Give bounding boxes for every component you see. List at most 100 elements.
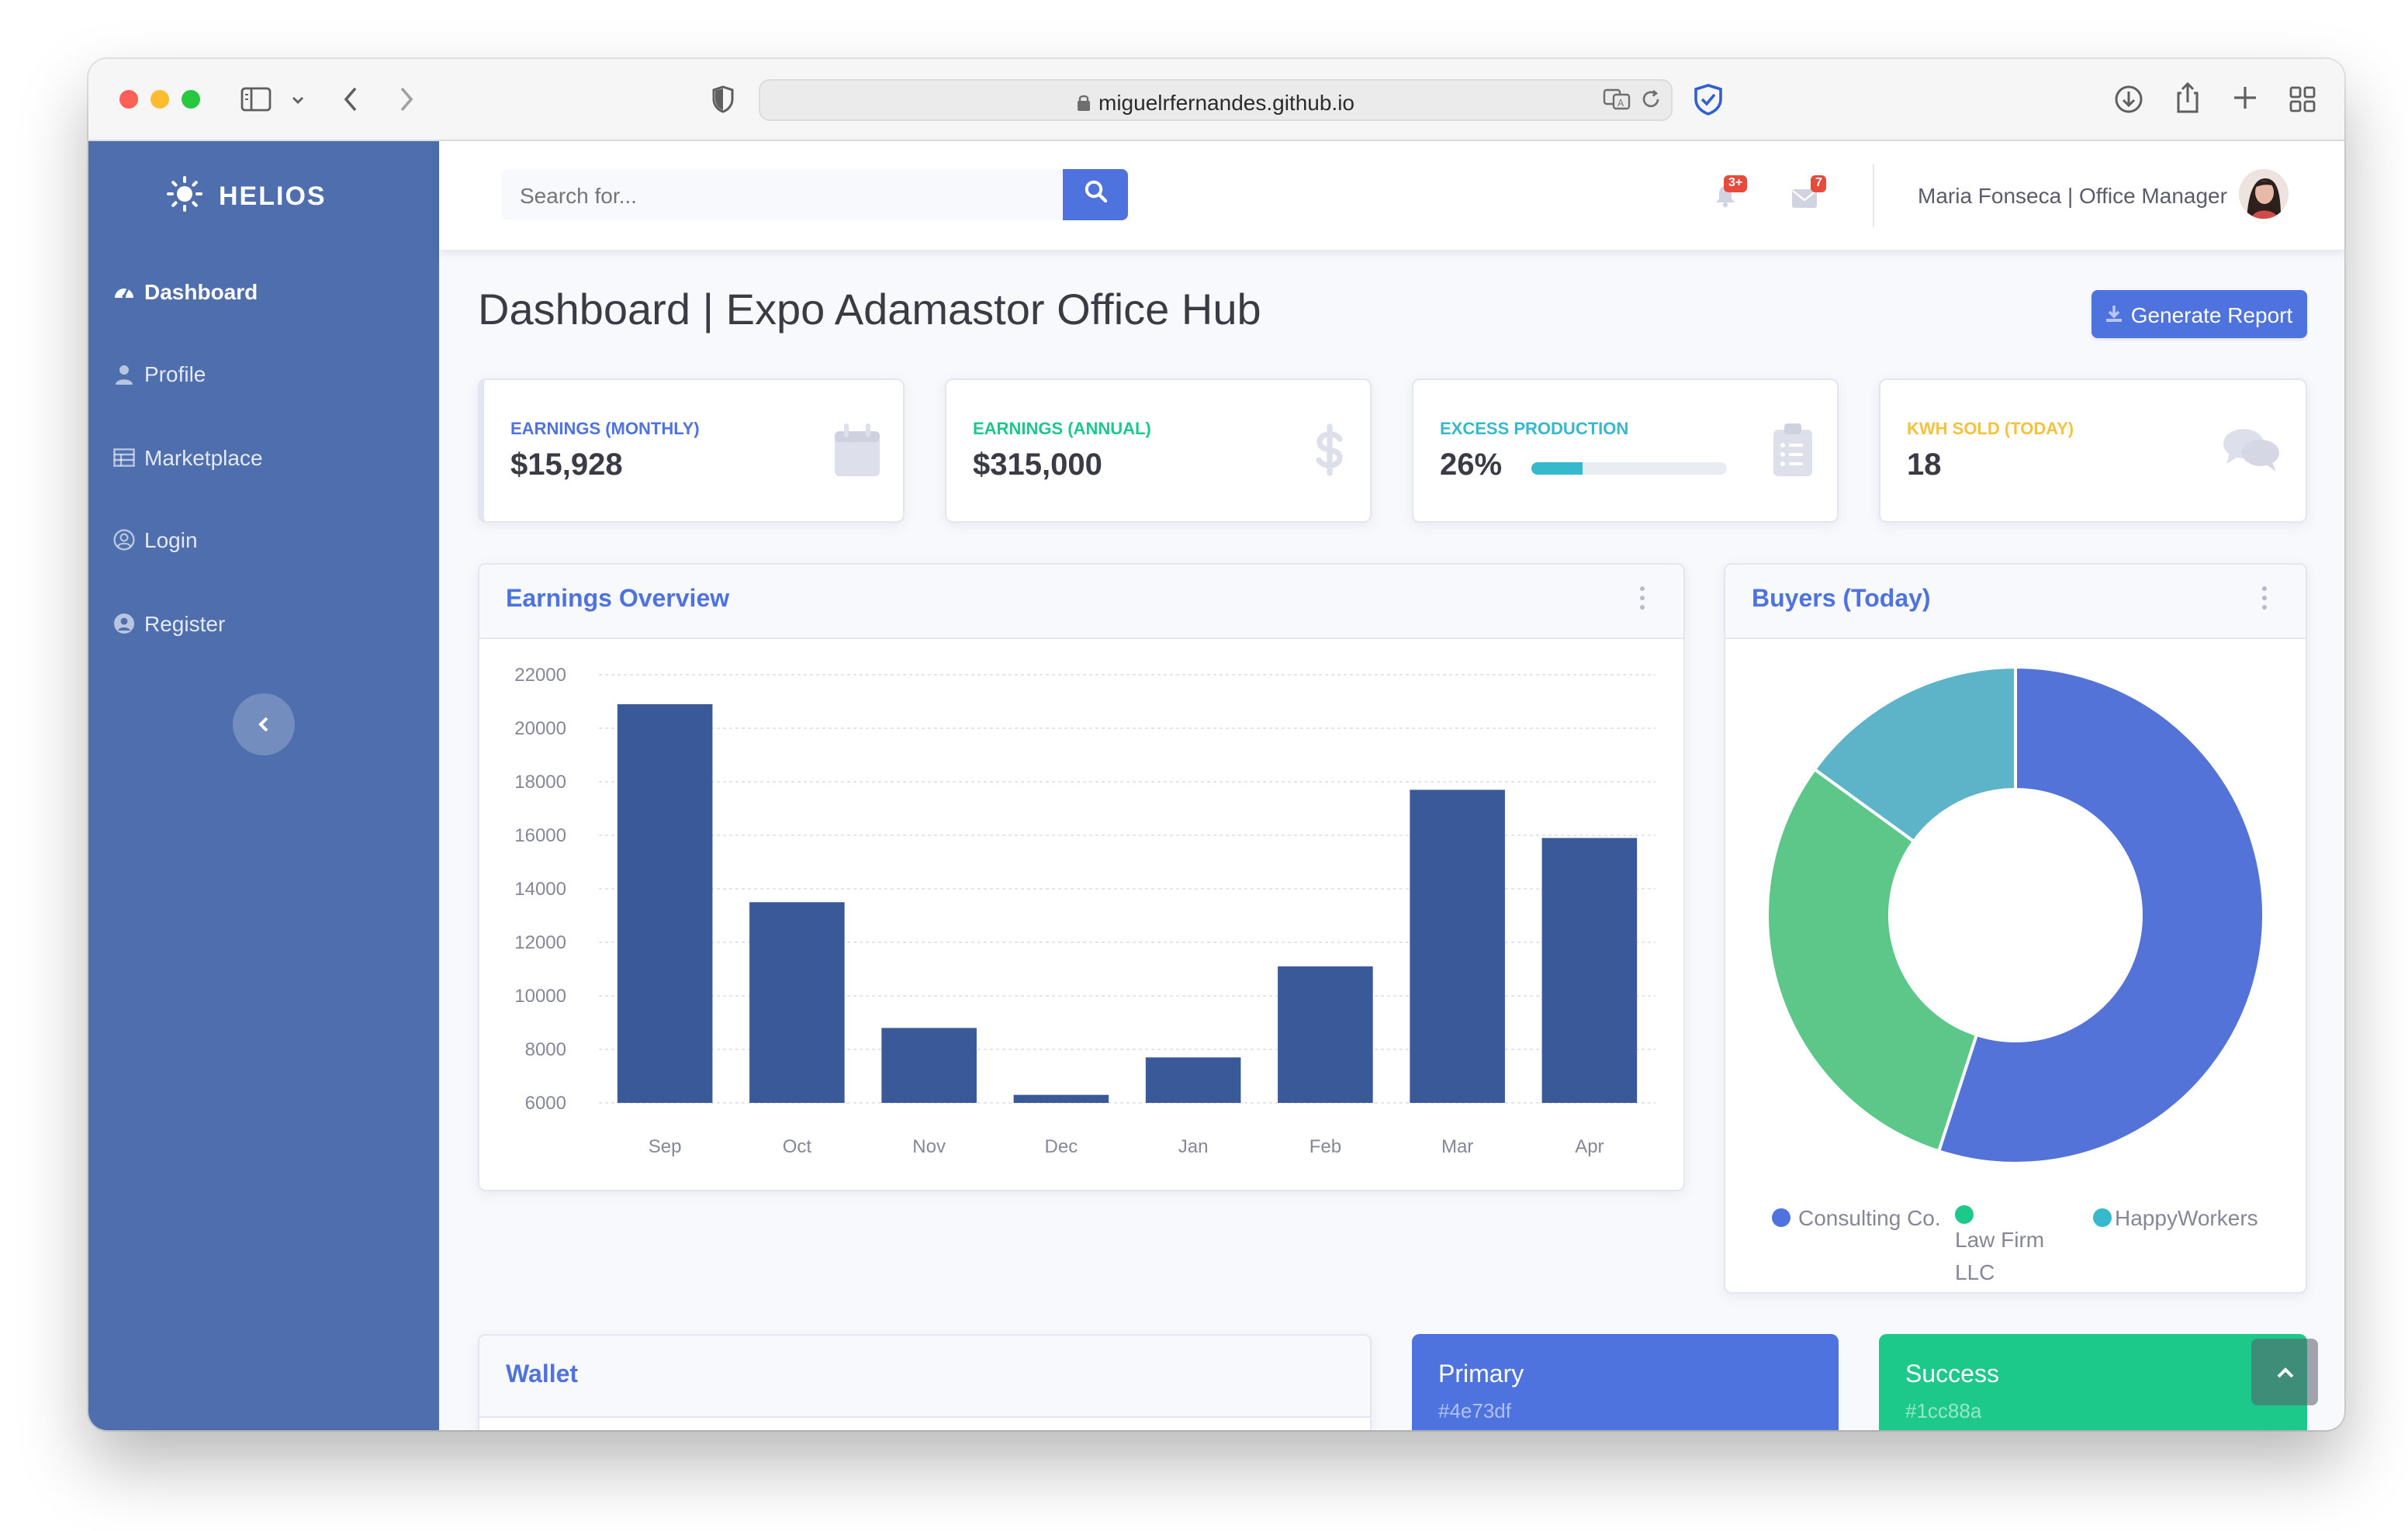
bar-jan <box>1145 1057 1241 1103</box>
y-tick-label: 18000 <box>514 772 566 793</box>
x-tick-label: Sep <box>649 1136 682 1157</box>
stat-value: $315,000 <box>973 448 1102 482</box>
legend-dot <box>1955 1205 1974 1224</box>
download-icon <box>2106 302 2123 327</box>
y-tick-label: 6000 <box>525 1093 566 1114</box>
kebab-menu-icon[interactable] <box>2262 586 2268 611</box>
x-tick-label: Mar <box>1441 1136 1473 1157</box>
buyers-card: Buyers (Today) Consulting Co. Law Firm L… <box>1724 563 2307 1294</box>
y-tick-label: 22000 <box>514 665 566 686</box>
earnings-card-title: Earnings Overview <box>506 586 730 613</box>
brand-logo[interactable]: HELIOS <box>166 175 327 216</box>
sidebar-item-marketplace[interactable]: Marketplace <box>113 445 263 470</box>
sidebar-toggle-icon[interactable] <box>240 87 272 118</box>
brand-name: HELIOS <box>219 181 327 211</box>
stat-value: 18 <box>1907 448 1942 482</box>
sidebar-item-label: Register <box>144 611 226 636</box>
tab-overview-icon[interactable] <box>2289 85 2316 119</box>
success-color-card: Success #1cc88a <box>1879 1334 2307 1430</box>
sidebar-item-label: Marketplace <box>144 445 263 470</box>
topbar-divider <box>1873 164 1874 226</box>
user-name[interactable]: Maria Fonseca | Office Manager <box>1918 183 2227 208</box>
scroll-to-top-button[interactable] <box>2251 1339 2318 1405</box>
stat-card-kwh-sold: KWH SOLD (TODAY) 18 <box>1879 378 2307 523</box>
legend-dot <box>2093 1208 2112 1227</box>
sidebar-item-label: Login <box>144 527 198 552</box>
legend-item-law-firm[interactable]: Law Firm LLC <box>1955 1205 2091 1289</box>
stat-label: EARNINGS (MONTHLY) <box>510 420 700 439</box>
color-name: Primary <box>1438 1362 1524 1388</box>
chevron-down-icon[interactable] <box>290 90 306 115</box>
alerts-button[interactable]: 3+ <box>1711 175 1749 217</box>
legend-label: Consulting Co. <box>1798 1205 1941 1230</box>
close-window-button[interactable] <box>119 90 138 109</box>
messages-button[interactable]: 7 <box>1792 175 1829 217</box>
x-tick-label: Jan <box>1178 1136 1209 1157</box>
generate-report-label: Generate Report <box>2130 302 2293 327</box>
y-tick-label: 12000 <box>514 932 566 953</box>
back-icon[interactable] <box>341 85 360 119</box>
forward-icon[interactable] <box>397 85 416 119</box>
legend-item-happyworkers[interactable]: HappyWorkers <box>2093 1205 2258 1230</box>
chevron-left-icon <box>258 712 270 737</box>
table-icon <box>113 447 135 468</box>
privacy-shield-icon[interactable] <box>711 85 735 119</box>
x-tick-label: Oct <box>783 1136 812 1157</box>
color-name: Success <box>1905 1362 1999 1388</box>
sidebar-item-label: Profile <box>144 361 206 386</box>
sidebar-item-login[interactable]: Login <box>113 527 198 552</box>
sidebar-item-label: Dashboard <box>144 279 258 304</box>
color-hex: #1cc88a <box>1905 1399 1982 1422</box>
bar-dec <box>1013 1094 1109 1103</box>
alerts-badge: 3+ <box>1724 175 1748 192</box>
downloads-icon[interactable] <box>2113 84 2144 121</box>
x-tick-label: Dec <box>1045 1136 1078 1157</box>
sidebar-item-profile[interactable]: Profile <box>113 361 206 386</box>
y-tick-label: 14000 <box>514 879 566 900</box>
minimize-window-button[interactable] <box>150 90 169 109</box>
share-icon[interactable] <box>2174 81 2202 121</box>
earnings-overview-card: Earnings Overview 6000 8000 10000 12000 1400… <box>478 563 1685 1191</box>
generate-report-button[interactable]: Generate Report <box>2091 290 2307 338</box>
address-bar[interactable]: miguelrfernandes.github.io A <box>759 79 1673 121</box>
search-icon <box>1084 179 1107 210</box>
sidebar: HELIOS Dashboard Profile Marketplace Log… <box>88 141 439 1430</box>
zoom-window-button[interactable] <box>182 90 200 109</box>
buyers-donut-chart <box>1766 665 2265 1165</box>
bar-oct <box>749 902 845 1103</box>
dollar-icon <box>1314 423 1345 484</box>
search-button[interactable] <box>1063 169 1128 220</box>
bar-sep <box>617 703 713 1103</box>
comments-icon <box>2222 427 2281 481</box>
clipboard-list-icon <box>1773 423 1812 484</box>
calendar-icon <box>835 423 880 484</box>
messages-badge: 7 <box>1811 175 1827 192</box>
stat-value: 26% <box>1440 448 1503 482</box>
legend-item-consulting[interactable]: Consulting Co. <box>1772 1205 1941 1230</box>
page-title: Dashboard | Expo Adamastor Office Hub <box>478 285 1261 334</box>
y-tick-label: 10000 <box>514 986 566 1007</box>
sidebar-collapse-button[interactable] <box>233 693 295 755</box>
bar-apr <box>1541 838 1638 1103</box>
sidebar-item-register[interactable]: Register <box>113 611 225 636</box>
new-tab-icon[interactable] <box>2231 84 2259 118</box>
x-tick-label: Apr <box>1575 1136 1604 1157</box>
user-circle-icon <box>113 529 135 551</box>
wallet-card: Wallet <box>478 1334 1372 1430</box>
stat-card-excess-production: EXCESS PRODUCTION 26% <box>1412 378 1839 523</box>
production-progress-bar <box>1531 462 1727 475</box>
svg-text:A: A <box>1617 98 1624 109</box>
translate-icon[interactable]: A <box>1603 88 1631 118</box>
reload-icon[interactable] <box>1640 88 1662 118</box>
primary-color-card: Primary #4e73df <box>1412 1334 1839 1430</box>
bar-nov <box>881 1028 977 1103</box>
card-header: Wallet <box>479 1336 1370 1418</box>
y-tick-label: 8000 <box>525 1039 566 1060</box>
avatar[interactable] <box>2239 169 2289 219</box>
stat-label: KWH SOLD (TODAY) <box>1907 420 2074 439</box>
extension-shield-icon[interactable] <box>1691 82 1725 123</box>
legend-dot <box>1772 1208 1790 1227</box>
kebab-menu-icon[interactable] <box>1640 586 1646 611</box>
search-input[interactable] <box>501 169 1063 220</box>
sidebar-item-dashboard[interactable]: Dashboard <box>113 279 258 304</box>
